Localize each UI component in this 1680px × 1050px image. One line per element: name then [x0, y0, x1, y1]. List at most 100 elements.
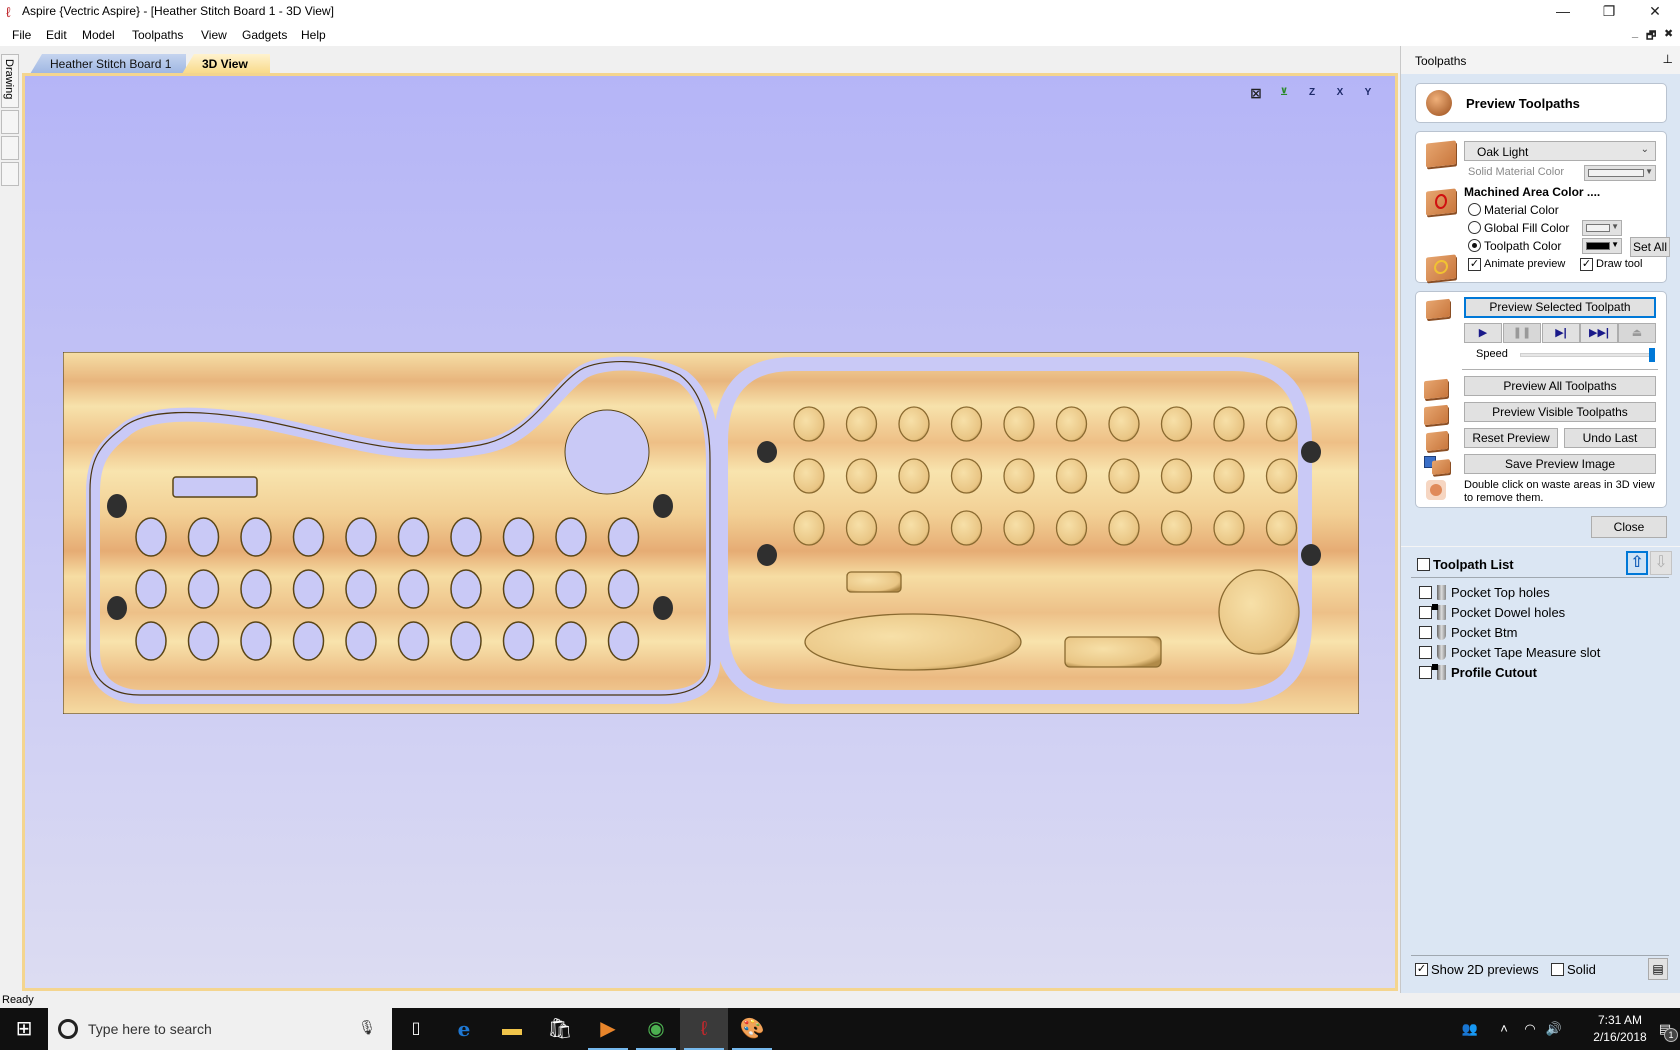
toolpath-item[interactable]: Pocket Btm [1419, 624, 1669, 642]
speed-slider[interactable] [1520, 348, 1655, 362]
tab-3d-view[interactable]: 3D View [182, 54, 270, 74]
toolpath-item[interactable]: Pocket Tape Measure slot [1419, 644, 1669, 662]
tab-heather-stitch-board-1[interactable]: Heather Stitch Board 1 [30, 54, 186, 74]
fast-forward-button[interactable]: ▶▶| [1580, 323, 1618, 343]
menu-toolpaths[interactable]: Toolpaths [132, 28, 183, 42]
menu-file[interactable]: File [12, 28, 31, 42]
toolpath-item[interactable]: Profile Cutout [1419, 664, 1669, 682]
material-color-radio[interactable] [1468, 203, 1481, 216]
chrome-icon[interactable]: ◉ [632, 1008, 680, 1050]
preview-visible-icon [1424, 404, 1448, 426]
toolpath-list-select-all-checkbox[interactable] [1417, 558, 1430, 571]
divider [1411, 577, 1669, 578]
system-clock[interactable]: 7:31 AM 2/16/2018 [1588, 1012, 1652, 1046]
media-player-icon[interactable]: ▶ [584, 1008, 632, 1050]
material-dropdown-value: Oak Light [1477, 145, 1529, 159]
toolpath-visibility-checkbox[interactable] [1419, 646, 1432, 659]
left-through-hole [450, 621, 482, 661]
toolpath-item[interactable]: Pocket Dowel holes [1419, 604, 1669, 622]
eject-button[interactable]: ⏏ [1618, 323, 1656, 343]
paint-icon[interactable]: 🎨 [728, 1008, 776, 1050]
tab-toolpaths[interactable] [1, 162, 19, 186]
set-all-button[interactable]: Set All [1630, 237, 1670, 257]
toolpath-color-radio[interactable] [1468, 239, 1481, 252]
toolpath-name: Pocket Btm [1451, 625, 1518, 640]
file-explorer-icon[interactable]: ▬ [488, 1008, 536, 1050]
mdi-minimize-button[interactable]: _ [1632, 27, 1638, 39]
toolpath-item[interactable]: Pocket Top holes [1419, 584, 1669, 602]
windows-start-icon[interactable]: ⊞ [0, 1008, 48, 1050]
move-down-icon[interactable]: ⇩ [1650, 551, 1672, 575]
edge-icon[interactable]: e [440, 1008, 488, 1050]
preview-all-toolpaths-button[interactable]: Preview All Toolpaths [1464, 376, 1656, 396]
global-fill-color-radio[interactable] [1468, 221, 1481, 234]
left-through-hole [607, 569, 640, 609]
play-button[interactable]: ▶ [1464, 323, 1502, 343]
zoom-extents-icon[interactable]: ⊠ [1245, 84, 1267, 102]
mdi-close-button[interactable]: ✖ [1664, 27, 1673, 40]
end-mill-icon [1432, 604, 1446, 620]
pause-button[interactable]: ❚❚ [1503, 323, 1541, 343]
3d-view-canvas[interactable]: ⊠ ⊻ Z X Y [22, 73, 1398, 991]
toolpath-visibility-checkbox[interactable] [1419, 666, 1432, 679]
tab-layers[interactable] [1, 136, 19, 160]
preview-selected-toolpath-button[interactable]: Preview Selected Toolpath [1464, 297, 1656, 318]
reset-preview-button[interactable]: Reset Preview [1464, 428, 1558, 448]
toolpath-name: Profile Cutout [1451, 665, 1537, 680]
animate-preview-checkbox[interactable]: ✓ [1468, 258, 1481, 271]
toolpath-color-picker[interactable]: ▼ [1582, 238, 1622, 254]
preview-selected-icon [1426, 298, 1450, 320]
material-dropdown[interactable]: Oak Light ⌄ [1464, 141, 1656, 161]
volume-icon[interactable]: 🔊 [1542, 1008, 1566, 1050]
left-through-hole [450, 517, 482, 557]
window-title: Aspire {Vectric Aspire} - [Heather Stitc… [22, 4, 334, 18]
minimize-button[interactable]: — [1540, 0, 1586, 24]
menu-gadgets[interactable]: Gadgets [242, 28, 287, 42]
right-dowel-hole [757, 544, 777, 566]
toolpath-visibility-checkbox[interactable] [1419, 606, 1432, 619]
menu-model[interactable]: Model [82, 28, 115, 42]
panel-layout-icon[interactable]: ▤ [1648, 958, 1668, 980]
tab-drawing[interactable]: Drawing [1, 54, 19, 108]
front-view-icon[interactable]: X [1329, 84, 1351, 102]
draw-tool-checkbox[interactable]: ✓ [1580, 258, 1593, 271]
close-button[interactable]: Close [1591, 516, 1667, 538]
taskbar-search-box[interactable]: Type here to search 🎙 [48, 1008, 392, 1050]
microphone-icon[interactable]: 🎙 [358, 1019, 376, 1036]
show-2d-previews-checkbox[interactable]: ✓ [1415, 963, 1428, 976]
global-fill-color-picker[interactable]: ▼ [1582, 220, 1622, 236]
preview-visible-toolpaths-button[interactable]: Preview Visible Toolpaths [1464, 402, 1656, 422]
aspire-taskbar-icon[interactable]: ℓ [680, 1008, 728, 1050]
menu-view[interactable]: View [201, 28, 227, 42]
top-view-icon[interactable]: Z [1301, 84, 1323, 102]
close-window-button[interactable]: ✕ [1632, 0, 1678, 24]
people-icon[interactable]: 👥 [1456, 1008, 1484, 1050]
solid-checkbox[interactable] [1551, 963, 1564, 976]
toolpath-visibility-checkbox[interactable] [1419, 586, 1432, 599]
right-pocket [898, 406, 930, 442]
menu-edit[interactable]: Edit [46, 28, 67, 42]
save-preview-image-button[interactable]: Save Preview Image [1464, 454, 1656, 474]
step-button[interactable]: ▶| [1542, 323, 1580, 343]
left-through-hole [397, 569, 430, 609]
maximize-restore-button[interactable]: ❐ [1586, 0, 1632, 24]
save-image-icon [1424, 456, 1450, 475]
left-large-hole [564, 409, 650, 495]
solid-material-color-picker[interactable]: ▼ [1584, 165, 1656, 181]
network-icon[interactable]: ◠ [1518, 1008, 1542, 1050]
left-through-hole [292, 621, 325, 661]
toolpath-visibility-checkbox[interactable] [1419, 626, 1432, 639]
undo-last-button[interactable]: Undo Last [1564, 428, 1656, 448]
pin-icon[interactable]: ⊥ [1663, 52, 1673, 66]
tab-modeling[interactable] [1, 110, 19, 134]
iso-view-icon[interactable]: ⊻ [1273, 84, 1295, 102]
task-view-icon[interactable]: ▯ [392, 1008, 440, 1050]
speed-slider-thumb[interactable] [1649, 348, 1655, 362]
action-center-icon[interactable]: ▤ 1 [1652, 1008, 1678, 1050]
menu-help[interactable]: Help [301, 28, 326, 42]
store-icon[interactable]: 🛍 [536, 1008, 584, 1050]
move-up-icon[interactable]: ⇧ [1626, 551, 1648, 575]
side-view-icon[interactable]: Y [1357, 84, 1379, 102]
show-hidden-icons-chevron[interactable]: ˄ [1492, 1008, 1516, 1050]
mdi-restore-button[interactable]: 🗗 [1646, 27, 1656, 46]
